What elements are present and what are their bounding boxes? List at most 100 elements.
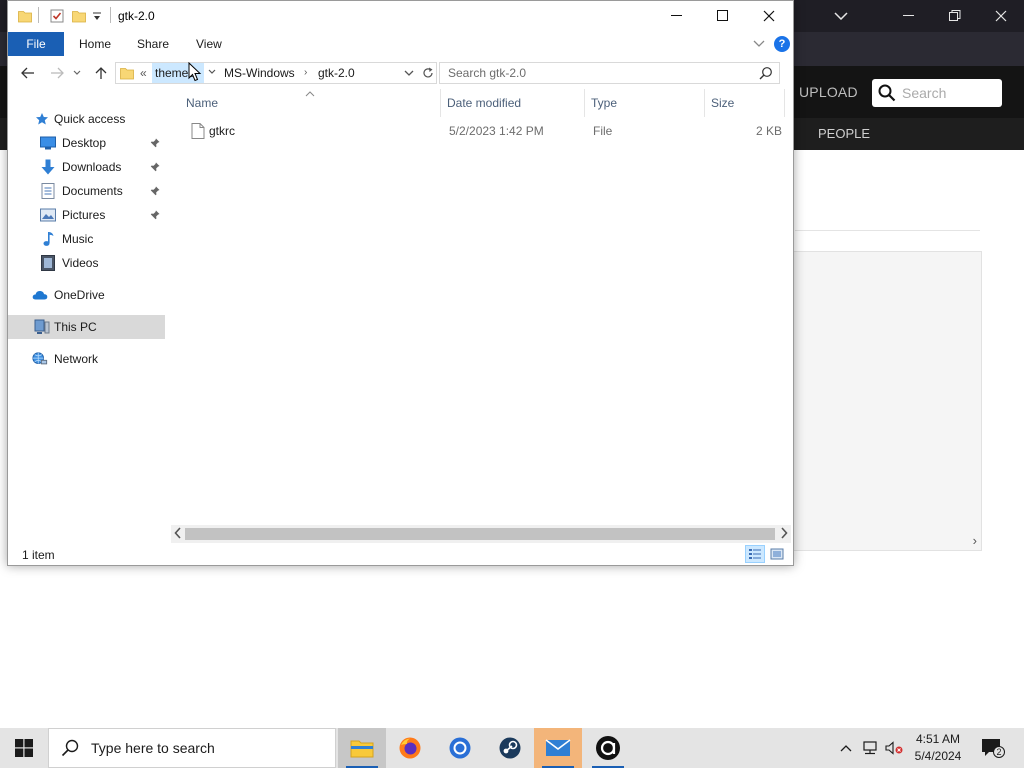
sidebar-item-this-pc[interactable]: This PC — [8, 315, 165, 339]
sidebar-item-label: Quick access — [54, 112, 126, 126]
download-arrow-icon — [40, 159, 56, 175]
file-explorer-window: gtk-2.0 File Home Share View ? « themes … — [7, 0, 794, 566]
chevron-down-icon[interactable] — [208, 67, 216, 78]
steam-icon — [499, 737, 521, 759]
search-icon[interactable] — [759, 66, 773, 83]
new-folder-icon[interactable] — [72, 9, 86, 26]
tab-people[interactable]: PEOPLE — [818, 126, 870, 141]
tab-file[interactable]: File — [8, 32, 64, 56]
item-count: 1 item — [22, 548, 55, 562]
column-header-size[interactable]: Size — [711, 89, 734, 117]
arrow-left-icon — [21, 67, 34, 79]
videos-icon — [40, 255, 56, 271]
file-date-modified: 5/2/2023 1:42 PM — [449, 124, 544, 138]
details-view-button[interactable] — [745, 545, 765, 563]
horizontal-scrollbar[interactable] — [171, 525, 791, 543]
address-history-dropdown[interactable] — [404, 66, 414, 83]
file-name: gtkrc — [209, 124, 236, 138]
breadcrumb-ms-windows[interactable]: MS-Windows — [224, 63, 295, 83]
network-icon — [32, 351, 48, 367]
close-button[interactable] — [746, 1, 792, 31]
pin-icon — [150, 209, 160, 223]
forward-button[interactable] — [46, 63, 68, 83]
browser-close-button[interactable] — [978, 0, 1024, 32]
refresh-button[interactable] — [420, 65, 436, 81]
titlebar-separator — [110, 7, 111, 23]
expand-ribbon-icon[interactable] — [753, 37, 765, 51]
network-wired-icon — [863, 741, 877, 755]
column-divider[interactable] — [584, 89, 585, 117]
taskbar-search-input[interactable]: Type here to search — [48, 728, 336, 768]
back-button[interactable] — [17, 63, 39, 83]
search-input[interactable]: Search gtk-2.0 — [439, 62, 780, 84]
scroll-right-icon[interactable] — [780, 527, 788, 542]
search-placeholder: Search gtk-2.0 — [448, 66, 527, 80]
sidebar-item-quick-access[interactable]: Quick access — [8, 107, 165, 131]
file-size: 2 KB — [756, 124, 783, 138]
tab-view[interactable]: View — [196, 32, 222, 56]
speaker-muted-icon — [885, 741, 903, 755]
pin-icon — [150, 137, 160, 151]
maximize-button[interactable] — [700, 1, 746, 31]
taskbar-app-mail[interactable] — [534, 728, 582, 768]
large-icons-view-button[interactable] — [767, 545, 787, 563]
network-status-button[interactable] — [860, 738, 880, 758]
taskbar-app-chrome[interactable] — [436, 728, 484, 768]
taskbar-app-a[interactable] — [584, 728, 632, 768]
upload-link[interactable]: UPLOAD — [799, 84, 858, 100]
column-divider[interactable] — [440, 89, 441, 117]
column-divider[interactable] — [704, 89, 705, 117]
properties-icon[interactable] — [50, 9, 64, 26]
table-row[interactable]: gtkrc 5/2/2023 1:42 PM File 2 KB — [183, 120, 788, 142]
sidebar-item-label: Downloads — [62, 160, 122, 174]
sidebar-item-documents[interactable]: Documents — [8, 179, 165, 203]
windows-logo-icon — [15, 739, 33, 757]
sidebar-item-label: Desktop — [62, 136, 107, 150]
breadcrumb-overflow[interactable]: « — [140, 66, 147, 80]
navigation-pane: Quick access Desktop Downloads Documents… — [8, 101, 168, 541]
file-list: Name Date modified Type Size gtkrc 5/2/2… — [178, 89, 790, 529]
volume-button[interactable] — [884, 738, 904, 758]
column-header-date-modified[interactable]: Date modified — [447, 89, 521, 117]
address-bar[interactable]: « themes MS-Windows › gtk-2.0 — [115, 62, 437, 84]
status-bar: 1 item — [8, 543, 793, 565]
clock[interactable]: 4:51 AM 5/4/2024 — [905, 731, 971, 765]
start-button[interactable] — [0, 728, 48, 768]
column-divider[interactable] — [784, 89, 785, 117]
action-center-button[interactable]: 2 — [978, 736, 1006, 760]
sidebar-item-onedrive[interactable]: OneDrive — [8, 283, 165, 307]
tab-home[interactable]: Home — [79, 32, 111, 56]
taskbar-app-steam[interactable] — [486, 728, 534, 768]
show-hidden-icons-button[interactable] — [836, 738, 856, 758]
up-button[interactable] — [90, 63, 112, 83]
file-type: File — [593, 124, 613, 138]
sidebar-item-downloads[interactable]: Downloads — [8, 155, 165, 179]
browser-minimize-button[interactable] — [886, 0, 932, 32]
column-header-type[interactable]: Type — [591, 89, 617, 117]
sidebar-item-desktop[interactable]: Desktop — [8, 131, 165, 155]
refresh-icon — [423, 67, 433, 78]
browser-tab-list-button[interactable] — [818, 0, 864, 32]
customize-toolbar-icon[interactable] — [92, 11, 102, 25]
breadcrumb-gtk-2-0[interactable]: gtk-2.0 — [318, 63, 355, 83]
scroll-left-icon[interactable] — [174, 527, 182, 542]
tab-share[interactable]: Share — [137, 32, 169, 56]
chevron-right-icon[interactable]: › — [973, 533, 977, 548]
sidebar-item-videos[interactable]: Videos — [8, 251, 165, 275]
clock-time: 4:51 AM — [915, 732, 961, 746]
sidebar-item-network[interactable]: Network — [8, 347, 165, 371]
sidebar-item-pictures[interactable]: Pictures — [8, 203, 165, 227]
taskbar-app-firefox[interactable] — [386, 728, 434, 768]
minimize-button[interactable] — [654, 1, 700, 31]
site-search-input[interactable]: Search — [872, 79, 1002, 107]
scrollbar-thumb[interactable] — [185, 528, 775, 540]
column-header-name[interactable]: Name — [186, 89, 218, 117]
help-button[interactable]: ? — [774, 36, 790, 52]
recent-locations-button[interactable] — [70, 63, 84, 83]
sidebar-item-music[interactable]: Music — [8, 227, 165, 251]
computer-icon — [34, 319, 50, 335]
pin-icon — [150, 185, 160, 199]
chevron-right-icon[interactable]: › — [304, 67, 307, 78]
browser-restore-button[interactable] — [932, 0, 978, 32]
taskbar-app-file-explorer[interactable] — [338, 728, 386, 768]
